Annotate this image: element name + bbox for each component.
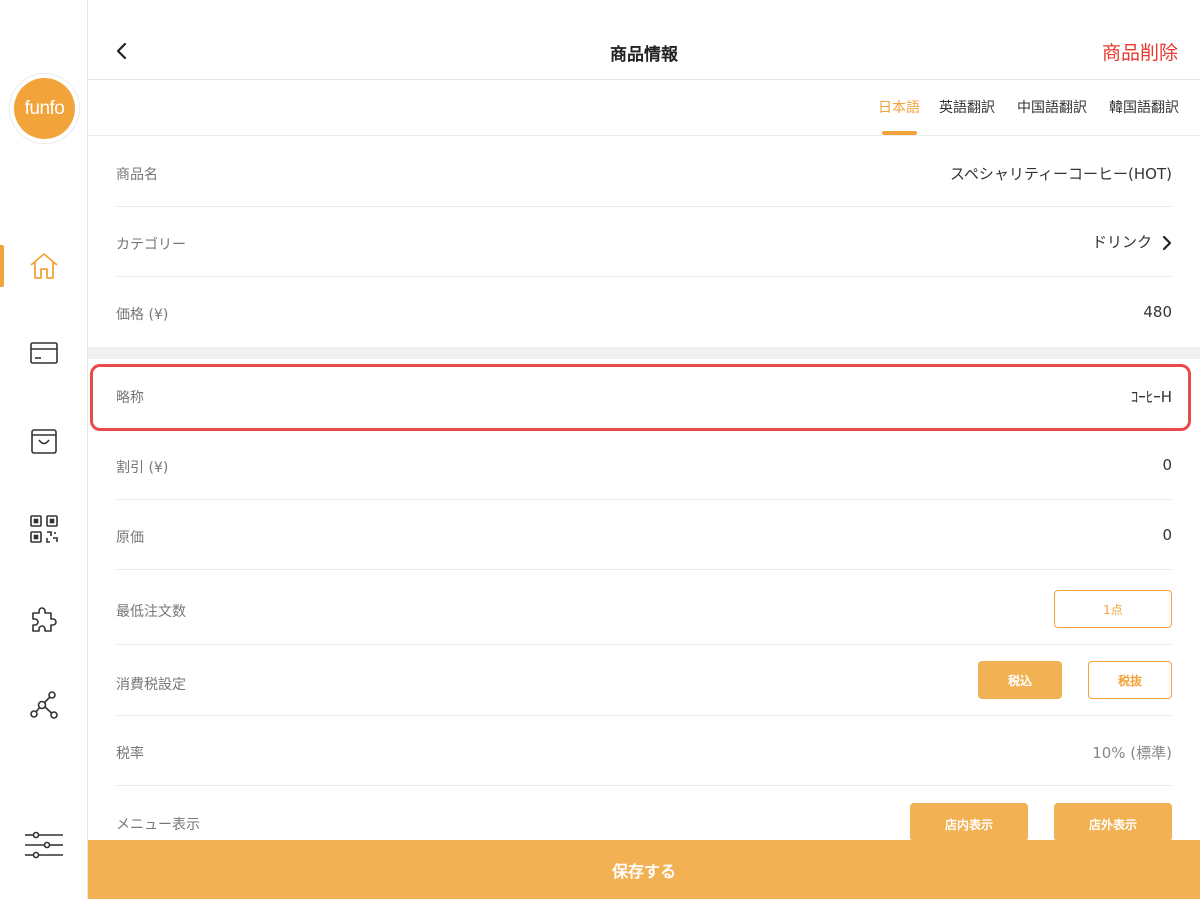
- sidebar-item-home[interactable]: [0, 241, 88, 291]
- tax-setting-row: 消費税設定 税込 税抜: [116, 645, 1172, 716]
- menu-display-row: メニュー表示 店内表示 店外表示: [116, 786, 1172, 840]
- sidebar-item-settings[interactable]: [0, 820, 88, 870]
- tab-english[interactable]: 英語翻訳: [939, 97, 995, 117]
- card-icon: [30, 342, 58, 364]
- sidebar-item-payment[interactable]: [0, 328, 88, 378]
- tax-included-button[interactable]: 税込: [978, 661, 1062, 699]
- tax-setting-label: 消費税設定: [116, 677, 186, 693]
- network-icon: [30, 691, 58, 719]
- sidebar: funfo: [0, 0, 88, 899]
- header: 商品情報 商品削除: [88, 0, 1200, 80]
- discount-value[interactable]: 0: [1162, 456, 1172, 474]
- qrcode-icon: [30, 515, 58, 543]
- price-row[interactable]: 価格 (¥) 480: [116, 277, 1172, 347]
- back-button[interactable]: [110, 36, 134, 66]
- save-button[interactable]: 保存する: [88, 840, 1200, 899]
- product-name-label: 商品名: [116, 167, 158, 183]
- sidebar-item-shop[interactable]: [0, 416, 88, 466]
- tax-rate-row[interactable]: 税率 10% (標準): [116, 716, 1172, 786]
- active-tab-underline: [882, 131, 917, 135]
- abbreviation-value[interactable]: ｺｰﾋｰH: [1131, 386, 1172, 407]
- category-label: カテゴリー: [116, 237, 186, 253]
- min-order-button[interactable]: 1点: [1054, 590, 1172, 628]
- chevron-left-icon: [116, 42, 127, 60]
- tab-korean[interactable]: 韓国語翻訳: [1109, 97, 1179, 117]
- outside-store-display-button[interactable]: 店外表示: [1054, 803, 1172, 840]
- tab-chinese[interactable]: 中国語翻訳: [1017, 97, 1087, 117]
- language-tabs: 日本語 英語翻訳 中国語翻訳 韓国語翻訳: [88, 80, 1200, 136]
- sidebar-item-plugins[interactable]: [0, 593, 88, 643]
- section-divider: [88, 347, 1200, 359]
- cost-value[interactable]: 0: [1162, 526, 1172, 544]
- min-order-label: 最低注文数: [116, 604, 186, 620]
- puzzle-icon: [32, 607, 57, 632]
- abbreviation-row[interactable]: 略称 ｺｰﾋｰH: [116, 360, 1172, 430]
- discount-label: 割引 (¥): [116, 460, 169, 476]
- tax-rate-value[interactable]: 10% (標準): [1092, 742, 1172, 763]
- tax-excluded-button[interactable]: 税抜: [1088, 661, 1172, 699]
- min-order-row: 最低注文数 1点: [116, 570, 1172, 645]
- category-value: ドリンク: [1091, 233, 1152, 251]
- tax-rate-label: 税率: [116, 746, 144, 762]
- logo-text: funfo: [14, 78, 75, 139]
- discount-row[interactable]: 割引 (¥) 0: [116, 430, 1172, 500]
- menu-display-label: メニュー表示: [116, 817, 200, 833]
- product-name-row[interactable]: 商品名 スペシャリティーコーヒー(HOT): [116, 137, 1172, 207]
- tab-japanese[interactable]: 日本語: [878, 97, 920, 117]
- abbreviation-label: 略称: [116, 390, 144, 406]
- page-title: 商品情報: [610, 45, 678, 65]
- price-label: 価格 (¥): [116, 307, 169, 323]
- bag-icon: [31, 429, 57, 454]
- sliders-icon: [25, 831, 63, 859]
- cost-label: 原価: [116, 530, 144, 546]
- in-store-display-button[interactable]: 店内表示: [910, 803, 1028, 840]
- category-row[interactable]: カテゴリー ドリンク: [116, 207, 1172, 277]
- product-name-value[interactable]: スペシャリティーコーヒー(HOT): [950, 163, 1172, 184]
- funfo-logo[interactable]: funfo: [9, 73, 80, 144]
- price-value[interactable]: 480: [1143, 303, 1172, 321]
- delete-product-button[interactable]: 商品削除: [1102, 38, 1178, 65]
- home-icon: [30, 253, 58, 279]
- sidebar-item-network[interactable]: [0, 680, 88, 730]
- cost-row[interactable]: 原価 0: [116, 500, 1172, 570]
- chevron-right-icon: [1162, 235, 1172, 250]
- sidebar-item-qrcode[interactable]: [0, 504, 88, 554]
- category-value-wrap: ドリンク: [1092, 231, 1172, 252]
